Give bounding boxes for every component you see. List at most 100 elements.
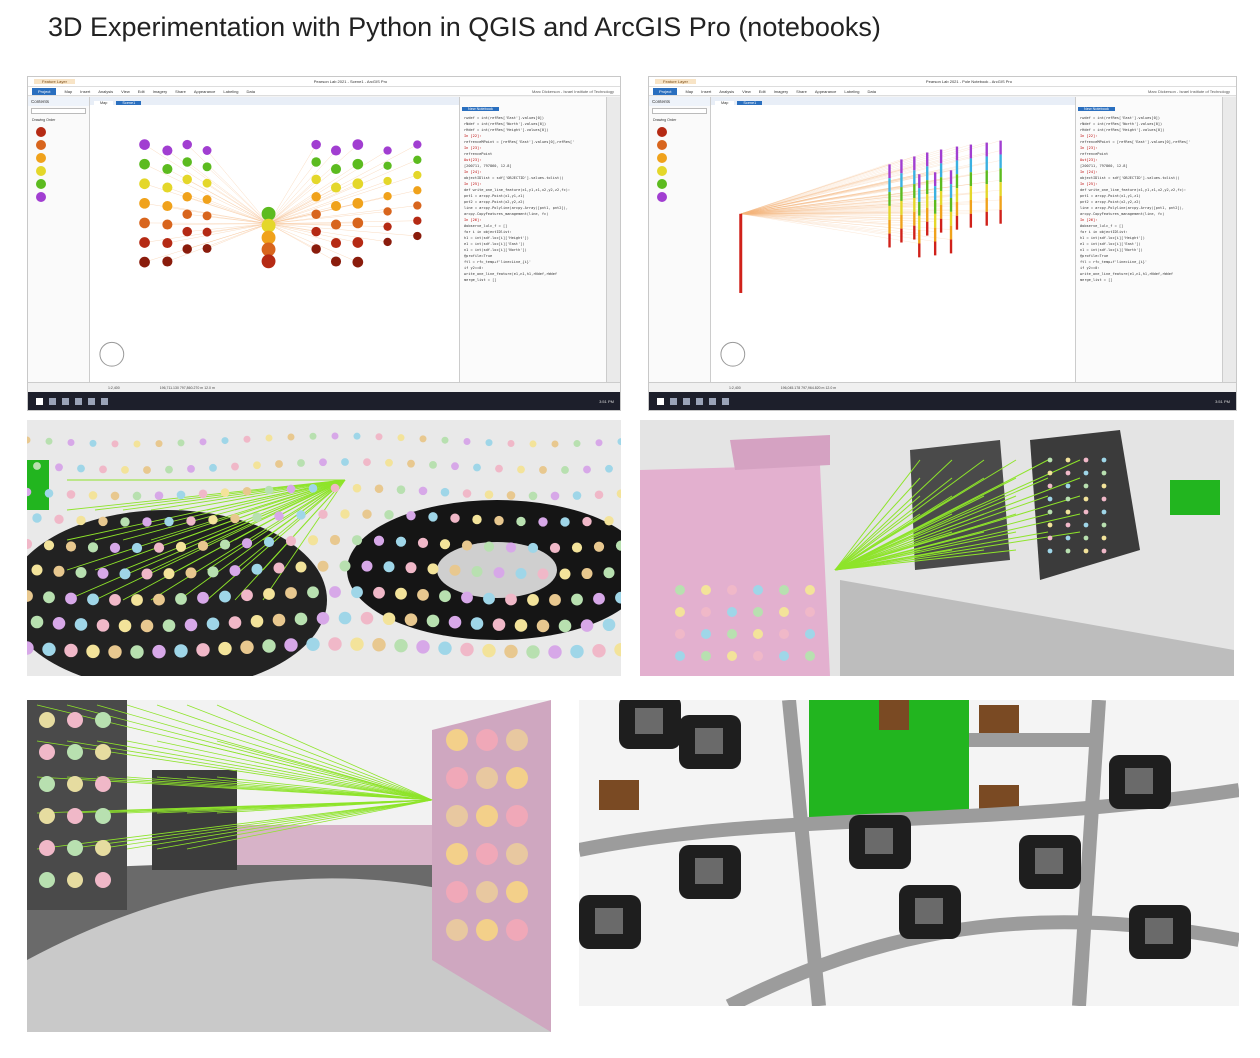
project-tab[interactable]: Project [32,87,57,95]
ribbon-tab-view[interactable]: View [121,89,130,94]
observer-pole [999,209,1002,224]
courtyard [1145,918,1173,944]
notebook-pane[interactable]: New Notebook rwdef = int(refRes['East'].… [1076,97,1222,382]
ribbon-tab-imagery[interactable]: Imagery [774,89,788,94]
ribbon-tab-view[interactable]: View [742,89,751,94]
scale-readout[interactable]: 1:2,400 [108,386,120,390]
feature-layer-tab[interactable]: Feature Layer [34,79,75,84]
observer-sphere [1065,470,1071,476]
observer-sphere [351,586,363,599]
ribbon-tab-edit[interactable]: Edit [138,89,145,94]
scale-readout[interactable]: 1:2,400 [729,386,741,390]
notebook-tab[interactable]: New Notebook [1078,107,1115,111]
observer-sphere [551,440,559,448]
sight-line [167,223,269,244]
arcgis-icon[interactable] [722,397,729,405]
task-view-icon[interactable] [683,397,690,405]
ribbon-tab-edit[interactable]: Edit [759,89,766,94]
observer-sphere [99,465,107,474]
observer-sphere [139,217,150,229]
ribbon-tab-insert[interactable]: Insert [80,89,90,94]
arcgis-icon[interactable] [101,397,108,405]
observer-sphere [581,568,593,580]
right-dock [606,97,620,382]
observer-pole [888,233,891,248]
browser-icon[interactable] [88,397,95,405]
observer-sphere [462,489,472,498]
ribbon-tab-labeling[interactable]: Labeling [223,89,238,94]
observer-sphere [109,593,121,606]
observer-sphere [805,651,815,661]
task-view-icon[interactable] [62,397,69,405]
feature-layer-tab[interactable]: Feature Layer [655,79,696,84]
ribbon-tab-data[interactable]: Data [247,89,255,94]
observer-sphere [67,872,83,888]
observer-sphere [1101,509,1107,515]
observer-sphere [405,562,417,574]
observer-sphere [32,513,42,523]
observer-sphere [209,463,217,472]
search-icon[interactable] [49,397,56,405]
observer-sphere [1101,457,1107,463]
scene-view[interactable]: Map Scene1 [711,97,1076,382]
project-tab[interactable]: Project [653,87,678,95]
ribbon-tab-map[interactable]: Map [64,89,72,94]
observer-sphere [341,458,349,466]
ribbon-tab-imagery[interactable]: Imagery [153,89,167,94]
legend-symbol-icon [657,140,667,150]
observer-sphere [573,440,581,448]
observer-sphere [753,629,763,639]
observer-pole [913,211,916,226]
observer-pole [985,184,988,198]
contents-search-input[interactable] [31,108,86,114]
observer-pole [969,144,973,159]
ribbon-tab-data[interactable]: Data [868,89,876,94]
clock: 3:51 PM [1215,398,1230,404]
ribbon-tab-appearance[interactable]: Appearance [194,89,216,94]
ribbon-tab-share[interactable]: Share [796,89,807,94]
observer-pole [933,186,937,200]
search-icon[interactable] [670,397,677,405]
ribbon-tab-insert[interactable]: Insert [701,89,711,94]
ribbon-tab-analysis[interactable]: Analysis [98,89,113,94]
windows-start-icon[interactable] [36,397,43,405]
notebook-code[interactable]: rwdef = int(refRes['East'].values[0]) rNd… [460,115,606,283]
observer-sphere [202,227,212,237]
notebook-pane[interactable]: New Notebook rwdef = int(refRes['East'].… [460,97,606,382]
observer-sphere [339,560,351,572]
observer-pole [985,211,988,226]
contents-search-input[interactable] [652,108,707,114]
code-line[interactable]: merge_list = [] [1076,277,1222,283]
browser-icon[interactable] [709,397,716,405]
windows-start-icon[interactable] [657,397,664,405]
observer-sphere [675,585,685,595]
notebook-code[interactable]: rwdef = int(refRes['East'].values[0]) rNd… [1076,115,1222,283]
observer-sphere [571,593,583,606]
ribbon-tab-analysis[interactable]: Analysis [719,89,734,94]
pole-scene-canvas[interactable] [711,105,1075,382]
scene-view[interactable]: Map Scene1 [90,97,460,382]
explorer-icon[interactable] [75,397,82,405]
ribbon-tabs[interactable]: Map Insert Analysis View Edit Imagery Share App… [685,89,884,94]
notebook-tab[interactable]: New Notebook [462,107,499,111]
observer-pole [900,159,903,174]
observer-sphere [88,491,98,500]
observer-pole [949,184,953,198]
courtyard [915,898,943,924]
ribbon-tab-labeling[interactable]: Labeling [844,89,859,94]
ribbon-tabs[interactable]: Map Insert Analysis View Edit Imagery Share App… [64,89,263,94]
observer-sphere [413,170,422,180]
observer-sphere [329,586,341,598]
ribbon-tab-map[interactable]: Map [685,89,693,94]
ribbon-tab-appearance[interactable]: Appearance [815,89,837,94]
sight-line [268,223,388,243]
ribbon-tab-share[interactable]: Share [175,89,186,94]
windows-taskbar: 3:51 PM [28,392,620,410]
code-line[interactable]: merge_list = [] [460,277,606,283]
sight-line [740,152,928,214]
observer-sphere [604,516,614,526]
explorer-icon[interactable] [696,397,703,405]
sight-line [268,165,388,224]
observer-sphere [593,541,605,552]
sphere-scene-canvas[interactable] [90,105,459,382]
